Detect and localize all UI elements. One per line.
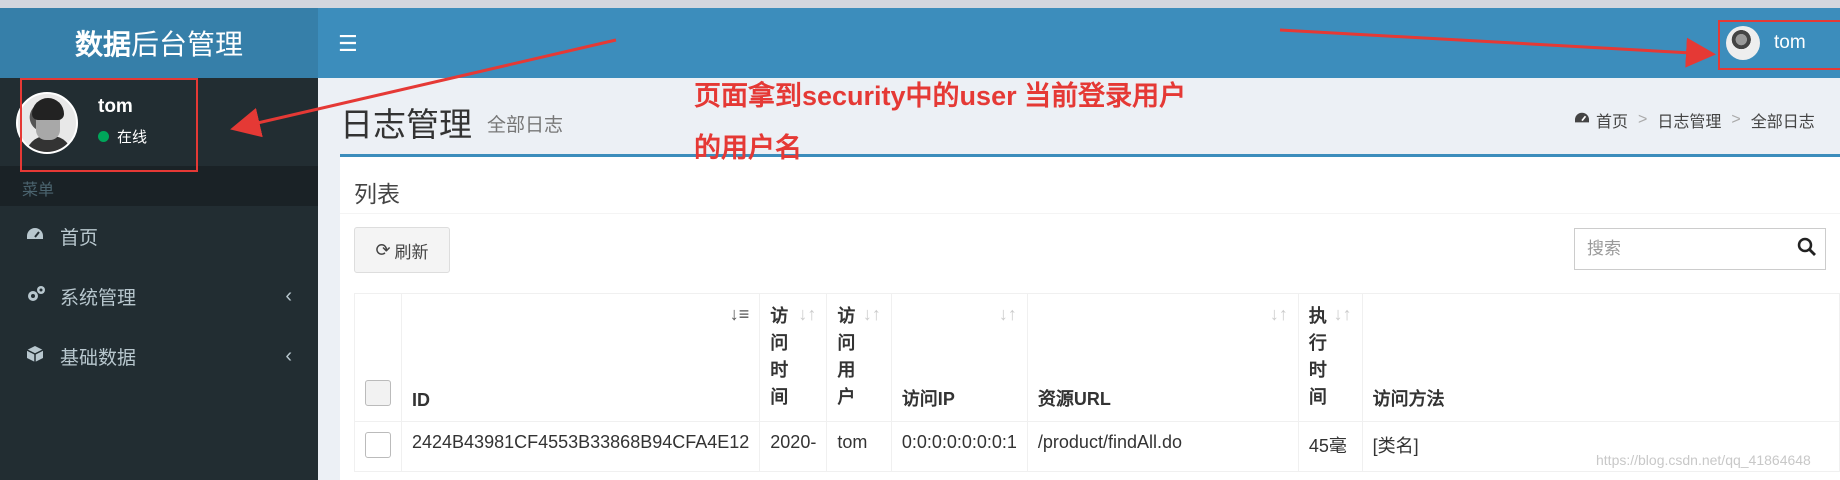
column-label: 资源URL [1037,389,1111,409]
sort-icon: ↓↑ [798,304,817,324]
column-label: 访问方法 [1372,389,1445,409]
annotation-text-line2: 的用户名 [694,133,802,163]
search-input[interactable] [1575,229,1785,269]
chevron-left-icon: ‹ [285,284,292,307]
sort-icon: ↓↑ [998,304,1017,324]
sidebar-item-system[interactable]: 系统管理 ‹ [0,266,318,326]
row-checkbox[interactable] [365,432,391,458]
column-label: 访问IP [901,389,955,409]
cell-exec-time: 45毫 [1297,421,1363,472]
column-header-ip[interactable]: ↓↑ 访问IP [890,293,1028,422]
sort-desc-icon: ↓≡ [729,304,750,324]
menu-header: 菜单 [0,166,318,206]
refresh-icon: ⟳ [375,239,391,260]
top-navbar: ☰ tom [318,8,1840,78]
cell-url: /product/findAll.do [1026,421,1299,472]
column-header-method[interactable]: 访问方法 [1361,293,1840,422]
column-label: 执行时间 [1308,306,1327,407]
column-header-id[interactable]: ↓≡ ID [400,293,761,422]
cell-id: 2424B43981CF4553B33868B94CFA4E12 [400,421,761,472]
log-table: ↓≡ ID ↓↑ 访问时间 ↓↑ 访问用户 ↓↑ 访问IP ↓↑ 资源URL ↓… [354,293,1840,472]
sort-icon: ↓↑ [1269,304,1288,324]
row-select-cell [354,421,402,472]
box-divider [340,213,1840,214]
sidebar-item-label: 首页 [60,227,99,249]
app-logo[interactable]: 数据 后台管理 [0,8,318,78]
column-header-time[interactable]: ↓↑ 访问时间 [759,293,828,422]
box-title: 列表 [354,181,400,207]
hamburger-icon[interactable]: ☰ [338,31,358,57]
annotation-box-sidebar-user [20,78,198,172]
sort-icon: ↓↑ [1333,304,1352,324]
column-header-exec-time[interactable]: ↓↑ 执行时间 [1297,293,1363,422]
sidebar-item-basedata[interactable]: 基础数据 ‹ [0,326,318,386]
column-header-user[interactable]: ↓↑ 访问用户 [826,293,892,422]
sidebar-item-label: 系统管理 [60,287,137,309]
breadcrumb-all-logs: 全部日志 [1750,114,1815,131]
breadcrumb-separator: > [1638,111,1648,128]
refresh-button-label: 刷新 [394,242,429,262]
refresh-button[interactable]: ⟳ 刷新 [354,227,450,273]
search-icon[interactable] [1797,237,1817,263]
cell-time: 2020- [759,421,828,472]
breadcrumb-log-management[interactable]: 日志管理 [1657,108,1721,132]
page-subtitle: 全部日志 [487,115,564,136]
logo-text: 后台管理 [131,29,244,60]
watermark: https://blog.csdn.net/qq_41864648 [1596,452,1811,468]
page-title: 日志管理 [340,106,472,143]
chevron-left-icon: ‹ [285,344,292,367]
dashboard-icon [1574,111,1590,130]
cell-user: tom [826,421,892,472]
sidebar-item-home[interactable]: 首页 [0,206,318,266]
sort-icon: ↓↑ [862,304,881,324]
breadcrumb-separator: > [1731,111,1741,128]
search-box [1574,228,1826,270]
breadcrumb: 首页 > 日志管理 > 全部日志 [1574,108,1815,132]
column-label: 访问用户 [837,306,856,407]
window-top-strip [0,0,1840,8]
annotation-text-line1: 页面拿到security中的user 当前登录用户 [694,81,1187,111]
select-all-header [354,293,402,422]
dashboard-icon [26,226,48,247]
logo-bold-text: 数据 [74,29,131,60]
column-label: 访问时间 [770,306,789,407]
gears-icon [26,285,48,308]
sidebar-item-label: 基础数据 [60,347,137,369]
annotation-box-navbar-user [1718,20,1840,70]
cube-icon [26,345,48,368]
column-header-url[interactable]: ↓↑ 资源URL [1026,293,1299,422]
table-header-row: ↓≡ ID ↓↑ 访问时间 ↓↑ 访问用户 ↓↑ 访问IP ↓↑ 资源URL ↓… [354,293,1840,422]
column-label: ID [412,390,430,410]
cell-ip: 0:0:0:0:0:0:0:1 [890,421,1028,472]
breadcrumb-home[interactable]: 首页 [1596,108,1628,132]
select-all-checkbox[interactable] [365,380,391,406]
list-box: 列表 ⟳ 刷新 ↓≡ ID [340,154,1840,480]
